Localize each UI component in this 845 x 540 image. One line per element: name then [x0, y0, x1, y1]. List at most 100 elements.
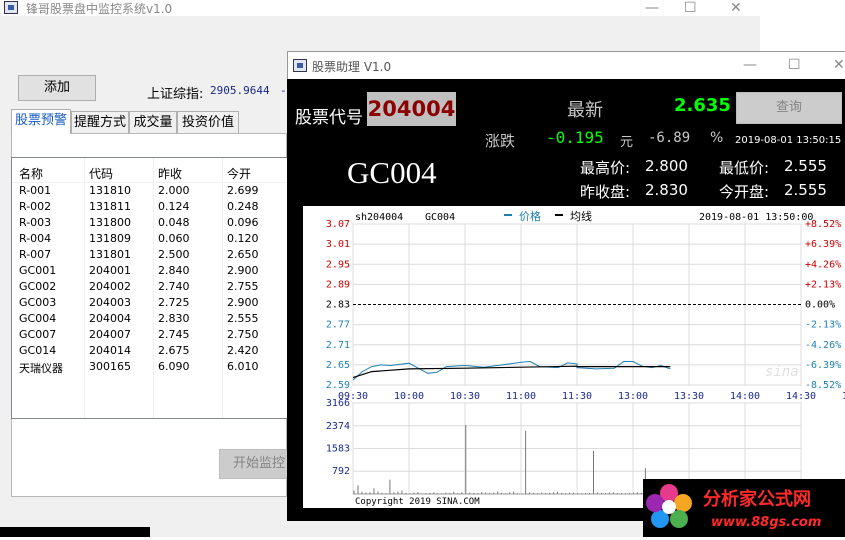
chart-name: GC004: [425, 212, 455, 223]
chart-copyright: Copyright 2019 SINA.COM: [355, 497, 480, 507]
percent-sign: %: [710, 130, 724, 146]
list-item[interactable]: GC002 204002 2.740 2.755: [12, 279, 288, 295]
cell-name: R-002: [19, 200, 52, 213]
cell-name: GC002: [19, 280, 57, 293]
y-tick-left: 2.65: [326, 360, 350, 371]
close-icon[interactable]: ✕: [730, 0, 742, 16]
cell-name: R-001: [19, 184, 52, 197]
column-header-open[interactable]: 今开: [227, 165, 251, 182]
cell-prev-close: 2.000: [158, 184, 190, 197]
list-item[interactable]: R-007 131801 2.500 2.650: [12, 247, 288, 263]
change-percent: -6.89: [648, 130, 691, 146]
cell-prev-close: 2.745: [158, 328, 190, 341]
intraday-chart-svg: 09:30 10:00 10:30 11:00 11:30 13:00 13:30 14:00…: [326, 209, 845, 507]
high-label: 最高价:: [580, 159, 631, 177]
volume-tick-label: 1583: [326, 444, 350, 455]
y-tick-left: 2.71: [326, 340, 350, 351]
legend-swatch-price: [504, 214, 512, 216]
watermark-title: 分析家公式网: [703, 489, 811, 510]
assistant-title-bar[interactable]: 股票助理 V1.0 — ☐ ✕: [287, 51, 845, 79]
watermark-banner: 分析家公式网 www.88gs.com: [643, 479, 845, 537]
maximize-icon[interactable]: ☐: [788, 57, 801, 73]
y-tick-left: 2.83: [326, 300, 350, 311]
cell-name: GC014: [19, 344, 57, 357]
volume-tick-label: 792: [332, 466, 350, 477]
volume-tick-label: 2374: [326, 421, 350, 432]
y-tick-right: 0.00%: [805, 300, 835, 311]
prev-close-label: 昨收盘:: [580, 183, 631, 201]
cell-name: R-007: [19, 248, 52, 261]
cell-open: 0.120: [227, 232, 259, 245]
minimize-icon[interactable]: —: [645, 0, 659, 16]
cell-open: 0.248: [227, 200, 259, 213]
chart-datetime: 2019-08-01 13:50:00: [699, 212, 813, 223]
tab-volume[interactable]: 成交量: [129, 111, 177, 133]
y-tick-right: -4.26%: [805, 340, 841, 351]
cell-prev-close: 6.090: [158, 360, 190, 373]
cell-name: GC004: [19, 312, 57, 325]
column-header-code[interactable]: 代码: [89, 165, 113, 182]
list-item[interactable]: R-003 131800 0.048 0.096: [12, 215, 288, 231]
cell-code: 204001: [89, 264, 131, 277]
list-item[interactable]: GC007 204007 2.745 2.750: [12, 327, 288, 343]
list-item[interactable]: R-004 131809 0.060 0.120: [12, 231, 288, 247]
list-item[interactable]: GC003 204003 2.725 2.900: [12, 295, 288, 311]
quote-datetime: 2019-08-01 13:50:15: [735, 135, 842, 146]
y-tick-left: 2.59: [326, 380, 350, 391]
cell-name: R-003: [19, 216, 52, 229]
x-tick-label: 10:00: [394, 391, 424, 402]
list-item[interactable]: GC014 204014 2.675 2.420: [12, 343, 288, 359]
column-header-prev-close[interactable]: 昨收: [158, 165, 182, 182]
index-label: 上证综指:: [147, 87, 204, 102]
stock-list[interactable]: 名称 代码 昨收 今开 R-001 131810 2.000 2.699 R-002 13…: [11, 157, 289, 419]
average-line: [352, 365, 671, 379]
cell-name: R-004: [19, 232, 52, 245]
y-tick-right: +4.26%: [805, 259, 841, 270]
tab-stock-alert[interactable]: 股票预警: [11, 109, 71, 134]
close-icon[interactable]: ✕: [833, 57, 845, 73]
cell-open: 2.755: [227, 280, 259, 293]
x-tick-label: 14:30: [786, 391, 816, 402]
y-tick-left: 3.07: [326, 219, 350, 230]
minimize-icon[interactable]: —: [743, 57, 757, 73]
stock-code-label: 股票代号: [295, 108, 363, 128]
chart-symbol: sh204004: [355, 212, 403, 223]
latest-label: 最新: [567, 100, 603, 121]
y-tick-right: -6.39%: [805, 360, 841, 371]
cell-prev-close: 2.675: [158, 344, 190, 357]
tab-investment-value[interactable]: 投资价值: [177, 111, 239, 133]
list-item[interactable]: GC001 204001 2.840 2.900: [12, 263, 288, 279]
intraday-chart: 09:30 10:00 10:30 11:00 11:30 13:00 13:30 14:00…: [303, 206, 845, 508]
list-item[interactable]: 天瑞仪器 300165 6.090 6.010: [12, 359, 288, 375]
assistant-window-title: 股票助理 V1.0: [312, 60, 392, 74]
y-tick-right: -2.13%: [805, 320, 841, 331]
list-item[interactable]: GC004 204004 2.830 2.555: [12, 311, 288, 327]
cell-code: 131810: [89, 184, 131, 197]
cell-open: 2.420: [227, 344, 259, 357]
legend-price: 价格: [519, 209, 541, 223]
maximize-icon[interactable]: ☐: [684, 0, 697, 16]
open-label: 今开盘:: [719, 183, 770, 201]
volume-tick-label: 3166: [326, 398, 350, 409]
tab-reminder-method[interactable]: 提醒方式: [71, 111, 129, 133]
change-value: -0.195: [546, 128, 604, 147]
list-item[interactable]: R-001 131810 2.000 2.699: [12, 183, 288, 199]
app-icon: [293, 59, 307, 72]
add-button[interactable]: 添加: [18, 75, 96, 101]
stock-name: GC004: [347, 155, 437, 190]
cell-open: 2.555: [227, 312, 259, 325]
cell-code: 204014: [89, 344, 131, 357]
x-tick-label: 13:30: [674, 391, 704, 402]
change-label: 涨跌: [485, 132, 516, 150]
query-button[interactable]: 查询: [736, 92, 842, 124]
high-value: 2.800: [645, 157, 688, 175]
list-item[interactable]: R-002 131811 0.124 0.248: [12, 199, 288, 215]
taskbar-strip: [0, 527, 150, 537]
cell-open: 2.699: [227, 184, 259, 197]
x-tick-label: 13:00: [618, 391, 648, 402]
main-title-bar[interactable]: 锋哥股票盘中监控系统v1.0 — ☐ ✕: [0, 0, 760, 16]
latest-price: 2.635: [674, 95, 731, 116]
cell-code: 204003: [89, 296, 131, 309]
column-header-name[interactable]: 名称: [19, 165, 43, 182]
stock-code-input[interactable]: 204004: [367, 92, 456, 126]
